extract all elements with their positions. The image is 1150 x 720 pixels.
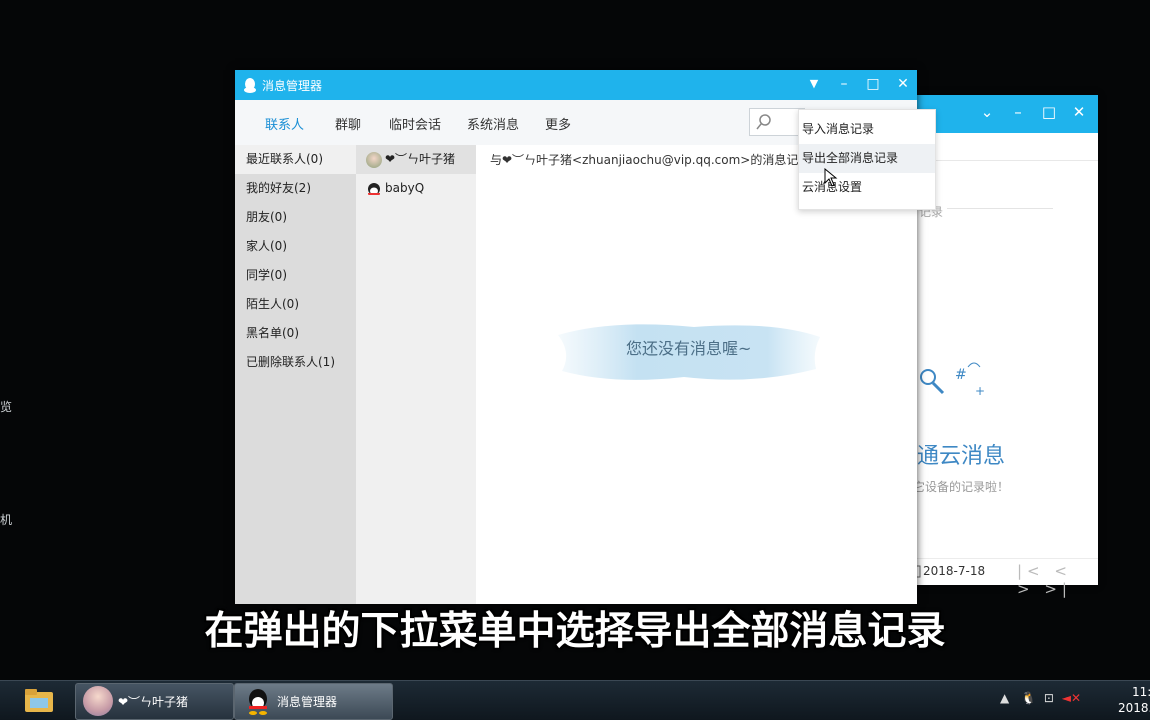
taskbar-button-message-manager[interactable]: 消息管理器 [234,683,393,720]
mouse-cursor-icon [824,168,838,187]
dropdown-menu-button[interactable]: ▼ [802,75,826,93]
list-item[interactable]: ❤︶ㄣ叶子猪 [356,145,476,174]
category-my-friends[interactable]: 我的好友(2) [235,174,356,203]
clock-time: 11: [1132,685,1150,699]
network-icon[interactable]: ⊡ [1044,691,1054,705]
taskbar-button-chat[interactable]: ❤︶ㄣ叶子猪 [75,683,234,720]
desktop-icon-label: 机 [0,513,13,527]
divider [947,208,1053,209]
minimize-button[interactable]: – [1007,103,1029,121]
menu-icon[interactable]: ⌄ [976,103,998,121]
cloud-footer: 7 2018-7-18 |< < > >| [905,558,1098,598]
avatar [366,152,382,168]
close-button[interactable]: ✕ [891,75,915,93]
empty-message-text: 您还没有消息喔~ [626,339,752,358]
contact-name: babyQ [385,181,425,195]
contact-category-list: 最近联系人(0) 我的好友(2) 朋友(0) 家人(0) 同学(0) 陌生人(0… [235,145,356,604]
message-header: 与❤︶ㄣ叶子猪<zhuanjiaochu@vip.qq.com>的消息记录 [490,153,811,167]
clock-date: 2018.07 [1118,701,1150,715]
list-item[interactable]: babyQ [356,174,476,203]
category-friends[interactable]: 朋友(0) [235,203,356,232]
minimize-button[interactable]: – [832,75,856,93]
cloud-heading: 通云消息 [917,444,1006,469]
category-family[interactable]: 家人(0) [235,232,356,261]
taskbar: ❤︶ㄣ叶子猪 消息管理器 ▲ 🐧 ⊡ ◄✕ 11: 2018.07 [0,680,1150,720]
category-blacklist[interactable]: 黑名单(0) [235,319,356,348]
category-recent[interactable]: 最近联系人(0) [235,145,356,174]
file-explorer-icon[interactable] [22,684,56,716]
tab-group-chat[interactable]: 群聊 [335,114,361,133]
menu-item-import[interactable]: 导入消息记录 [799,115,935,144]
contact-name: ❤︶ㄣ叶子猪 [385,152,456,166]
desktop-icon-label: 览 [0,400,13,414]
page-navigation[interactable]: |< < > >| [1017,562,1098,598]
maximize-button[interactable]: □ [1038,103,1060,121]
system-tray: ▲ 🐧 ⊡ ◄✕ [1000,691,1081,705]
tab-temp-session[interactable]: 临时会话 [389,114,441,133]
qq-penguin-icon [244,78,256,93]
category-deleted[interactable]: 已删除联系人(1) [235,348,356,377]
cloud-subtext: 它设备的记录啦！ [913,480,1010,494]
menu-item-cloud-settings[interactable]: 云消息设置 [799,173,935,202]
maximize-button[interactable]: □ [861,75,885,93]
qq-penguin-icon [249,689,267,715]
tab-system-messages[interactable]: 系统消息 [467,114,519,133]
window-title: 消息管理器 [262,79,323,93]
system-clock[interactable]: 11: 2018.07 [1118,684,1150,716]
svg-text:#: # [955,367,967,383]
category-strangers[interactable]: 陌生人(0) [235,290,356,319]
more-dropdown-menu: 导入消息记录 导出全部消息记录 云消息设置 [798,109,936,210]
contact-list: ❤︶ㄣ叶子猪 babyQ [356,145,476,604]
category-classmates[interactable]: 同学(0) [235,261,356,290]
qq-tray-icon[interactable]: 🐧 [1021,691,1036,705]
tray-expand-icon[interactable]: ▲ [1000,691,1009,705]
message-pane: 与❤︶ㄣ叶子猪<zhuanjiaochu@vip.qq.com>的消息记录 您还… [476,145,917,604]
avatar [83,686,113,716]
tab-contacts[interactable]: 联系人 [265,114,304,133]
babyq-avatar-icon [368,183,380,195]
search-icon [756,114,771,130]
date-label[interactable]: 2018-7-18 [923,564,985,578]
window-titlebar: 消息管理器 ▼ – □ ✕ [235,70,917,100]
svg-text:+: + [975,384,985,398]
volume-muted-icon[interactable]: ◄✕ [1062,691,1081,705]
taskbar-label: 消息管理器 [277,695,338,709]
empty-state: 您还没有消息喔~ [554,313,824,389]
taskbar-label: ❤︶ㄣ叶子猪 [118,695,189,709]
menu-item-export-all[interactable]: 导出全部消息记录 [799,144,935,173]
cloud-illustration-icon: # + [920,362,985,398]
tab-more[interactable]: 更多 [545,114,571,133]
search-input[interactable] [749,108,805,136]
video-subtitle: 在弹出的下拉菜单中选择导出全部消息记录 [204,609,946,654]
close-button[interactable]: ✕ [1068,103,1090,121]
